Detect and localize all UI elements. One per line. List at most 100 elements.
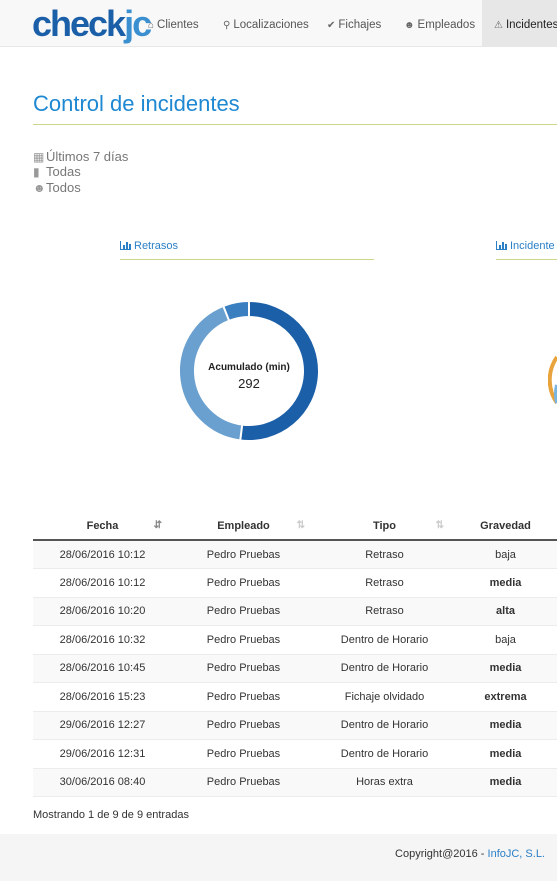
nav-item-label: Incidentes — [505, 19, 557, 31]
column-header-fecha[interactable]: Fecha ⇵ — [33, 512, 172, 541]
empleado-cell: Pedro Pruebas — [172, 540, 315, 569]
column-header-label: Empleado — [217, 519, 270, 532]
nav-item-label: Fichajes — [338, 19, 382, 31]
footer: Copyright@2016 - InfoJC, S.L. — [0, 834, 557, 881]
gravedad-cell: media — [454, 739, 557, 769]
retrasos-panel-divider — [120, 259, 374, 260]
map-marker-icon: ⚲ — [223, 20, 231, 31]
nav-item-clientes[interactable]: ⌂ Clientes — [148, 0, 199, 46]
sort-icon[interactable]: ⇅ — [297, 520, 305, 531]
fecha-cell: 28/06/2016 10:20 — [33, 597, 172, 626]
bar-chart-icon — [120, 241, 131, 250]
gravedad-cell: media — [454, 768, 557, 797]
fecha-cell: 28/06/2016 15:23 — [33, 682, 172, 712]
donut-center-label: Acumulado (min) — [208, 362, 290, 373]
footer-copyright: Copyright@2016 - InfoJC, S.L. — [395, 848, 545, 860]
empleado-cell: Pedro Pruebas — [172, 597, 315, 626]
gravedad-cell: baja — [454, 625, 557, 655]
tipo-cell: Retraso — [315, 597, 454, 626]
empleado-cell: Pedro Pruebas — [172, 654, 315, 683]
gravedad-cell: media — [454, 568, 557, 598]
incidentes-panel-title: Incidente — [510, 240, 555, 252]
retrasos-panel-title: Retrasos — [134, 240, 179, 252]
nav-item-localizaciones[interactable]: ⚲ Localizaciones — [223, 0, 309, 46]
footer-copyright-text: Copyright@2016 - — [395, 848, 488, 860]
tipo-cell: Horas extra — [315, 768, 454, 797]
table-row[interactable]: 28/06/2016 10:32 Pedro Pruebas Dentro de H… — [33, 625, 557, 655]
calendar-icon: ▦ — [33, 150, 45, 164]
donut-center-value: 292 — [238, 376, 260, 391]
filter-value: Todas — [46, 164, 81, 179]
fecha-cell: 29/06/2016 12:27 — [33, 711, 172, 740]
tipo-cell: Dentro de Horario — [315, 739, 454, 769]
empleado-cell: Pedro Pruebas — [172, 568, 315, 598]
column-header-label: Gravedad — [480, 519, 531, 532]
empleado-cell: Pedro Pruebas — [172, 711, 315, 740]
table-row[interactable]: 30/06/2016 08:40 Pedro Pruebas Horas extra… — [33, 768, 557, 797]
column-header-tipo[interactable]: Tipo ⇅ — [315, 512, 454, 541]
sort-icon[interactable]: ⇅ — [436, 520, 444, 531]
user-icon: ☻ — [404, 20, 415, 31]
top-navbar: checkjc ⌂ Clientes ⚲ Localizaciones ✔ Fichaje… — [0, 0, 557, 47]
table-row[interactable]: 28/06/2016 10:45 Pedro Pruebas Dentro de H… — [33, 654, 557, 683]
check-icon: ✔ — [327, 20, 336, 31]
nav-item-label: Localizaciones — [233, 19, 309, 31]
filter-1[interactable]: ▮ Todas — [33, 164, 81, 180]
nav-item-fichajes[interactable]: ✔ Fichajes — [327, 0, 381, 46]
gravedad-cell: baja — [454, 540, 557, 569]
tipo-cell: Retraso — [315, 540, 454, 569]
filter-value: Todos — [46, 180, 81, 195]
incidents-table: Fecha ⇵ Empleado ⇅ Tipo ⇅ Gravedad 28/06/2016 … — [33, 512, 557, 797]
table-row[interactable]: 28/06/2016 10:12 Pedro Pruebas Retraso medi… — [33, 568, 557, 598]
tipo-cell: Fichaje olvidado — [315, 682, 454, 712]
incidentes-panel-divider — [496, 259, 557, 260]
nav-item-incidentes[interactable]: ⚠ Incidentes — [482, 0, 557, 46]
column-header-gravedad[interactable]: Gravedad — [454, 512, 557, 541]
fecha-cell: 29/06/2016 12:31 — [33, 739, 172, 769]
donut-segment-2 — [223, 302, 250, 320]
nav-item-label: Clientes — [157, 19, 199, 31]
footer-company-link[interactable]: InfoJC, S.L. — [488, 848, 545, 860]
gravedad-cell: media — [454, 654, 557, 683]
table-header-row: Fecha ⇵ Empleado ⇅ Tipo ⇅ Gravedad — [33, 512, 557, 541]
brand-logo[interactable]: checkjc — [32, 4, 152, 44]
tipo-cell: Dentro de Horario — [315, 654, 454, 683]
title-divider — [33, 124, 557, 125]
table-row[interactable]: 29/06/2016 12:27 Pedro Pruebas Dentro de H… — [33, 711, 557, 740]
tipo-cell: Dentro de Horario — [315, 625, 454, 655]
column-header-label: Tipo — [372, 519, 396, 532]
table-info: Mostrando 1 de 9 de 9 entradas — [33, 809, 189, 821]
filter-2[interactable]: ☻Todos — [33, 180, 81, 196]
empleado-cell: Pedro Pruebas — [172, 625, 315, 655]
filter-0[interactable]: ▦ Últimos 7 días — [33, 149, 128, 165]
gravedad-cell: alta — [454, 597, 557, 626]
user-icon: ☻ — [33, 181, 46, 195]
bar-chart-icon — [496, 241, 507, 250]
gravedad-cell: media — [454, 711, 557, 740]
home-icon: ⌂ — [148, 20, 155, 31]
fecha-cell: 28/06/2016 10:12 — [33, 540, 172, 569]
page-title: Control de incidentes — [33, 91, 240, 116]
table-row[interactable]: 28/06/2016 15:23 Pedro Pruebas Fichaje olv… — [33, 682, 557, 712]
building-icon: ▮ — [33, 165, 40, 179]
column-header-empleado[interactable]: Empleado ⇅ — [172, 512, 315, 541]
incidentes-donut-chart — [548, 355, 557, 405]
fecha-cell: 28/06/2016 10:45 — [33, 654, 172, 683]
fecha-cell: 28/06/2016 10:32 — [33, 625, 172, 655]
sort-icon[interactable]: ⇵ — [154, 520, 162, 531]
table-row[interactable]: 28/06/2016 10:20 Pedro Pruebas Retraso alta — [33, 597, 557, 626]
fecha-cell: 30/06/2016 08:40 — [33, 768, 172, 797]
table-row[interactable]: 28/06/2016 10:12 Pedro Pruebas Retraso baja — [33, 540, 557, 569]
empleado-cell: Pedro Pruebas — [172, 768, 315, 797]
incidentes-panel-header: Incidente — [496, 240, 555, 252]
empleado-cell: Pedro Pruebas — [172, 739, 315, 769]
nav-item-label: Empleados — [417, 19, 476, 31]
filter-value: Últimos 7 días — [46, 149, 129, 164]
tipo-cell: Dentro de Horario — [315, 711, 454, 740]
fecha-cell: 28/06/2016 10:12 — [33, 568, 172, 598]
retrasos-panel-header: Retrasos — [120, 240, 178, 252]
tipo-cell: Retraso — [315, 568, 454, 598]
nav-item-empleados[interactable]: ☻ Empleados — [404, 0, 475, 46]
gravedad-cell: extrema — [454, 682, 557, 712]
table-row[interactable]: 29/06/2016 12:31 Pedro Pruebas Dentro de H… — [33, 739, 557, 769]
